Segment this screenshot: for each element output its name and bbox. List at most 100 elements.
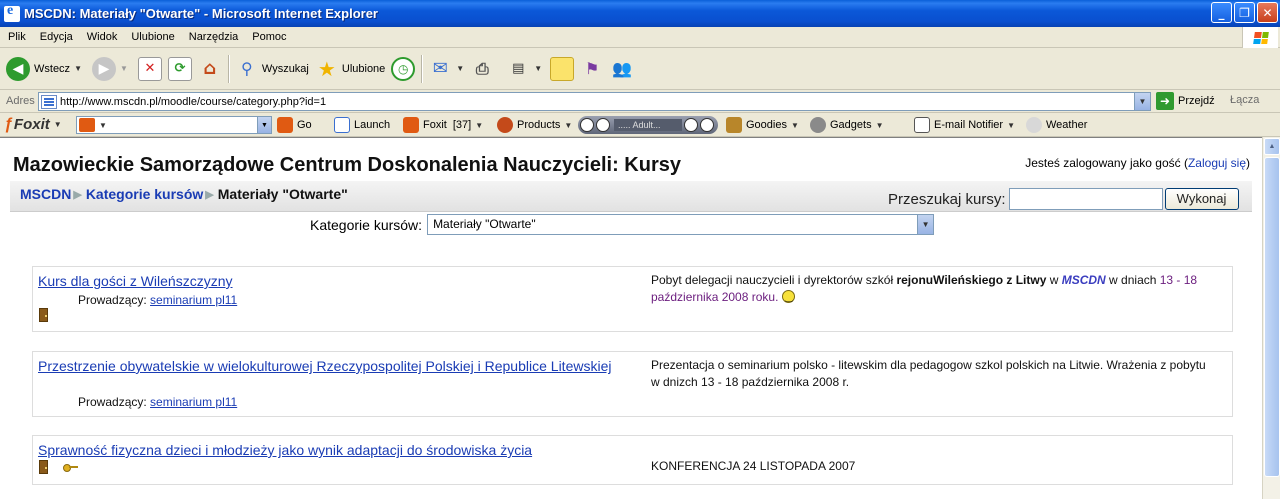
course-summary: KONFERENCJA 24 LISTOPADA 2007: [651, 459, 856, 473]
back-dropdown-icon[interactable]: ▼: [74, 64, 82, 73]
menu-favorites[interactable]: Ulubione: [123, 31, 180, 43]
email-dropdown-icon[interactable]: ▼: [1007, 121, 1015, 130]
search-submit-button[interactable]: Wykonaj: [1164, 188, 1239, 210]
products-button[interactable]: Products ▼: [497, 117, 576, 133]
next-icon[interactable]: [596, 118, 610, 132]
forward-dropdown-icon[interactable]: ▼: [120, 64, 128, 73]
links-label[interactable]: Łącza: [1230, 94, 1259, 106]
back-button[interactable]: ◀ Wstecz ▼: [6, 56, 86, 81]
gadgets-button[interactable]: Gadgets ▼: [810, 117, 888, 133]
foxit-fx-icon: ƒ: [4, 115, 13, 133]
category-selected: Materiały "Otwarte": [433, 217, 536, 231]
go-icon: [277, 117, 293, 133]
notes-icon[interactable]: [550, 56, 575, 81]
mail-dropdown-icon[interactable]: ▼: [456, 64, 464, 73]
messenger-icon[interactable]: 👥: [610, 57, 634, 81]
history-icon[interactable]: ◷: [391, 56, 416, 81]
menu-file[interactable]: Plik: [0, 31, 32, 43]
search-engine-dropdown-icon[interactable]: ▼: [99, 121, 107, 130]
foxit-go-button[interactable]: Go: [277, 117, 312, 133]
prev-icon[interactable]: [580, 118, 594, 132]
foxit-count-dropdown-icon[interactable]: ▼: [475, 121, 483, 130]
foxit-logo[interactable]: ƒ Foxit ▼: [4, 116, 66, 134]
breadcrumb-home[interactable]: MSCDN: [20, 186, 71, 202]
smiley-icon: [782, 289, 796, 306]
launch-button[interactable]: Launch: [334, 117, 390, 133]
media-player[interactable]: ..... Adult...: [578, 116, 718, 134]
favorites-button[interactable]: ★ Ulubione: [315, 57, 385, 81]
breadcrumb-separator-icon: ▶: [205, 188, 214, 201]
category-label: Kategorie kursów:: [310, 216, 423, 233]
mail-icon[interactable]: ✉: [428, 57, 452, 81]
menu-edit[interactable]: Edycja: [32, 31, 79, 43]
star-icon: ★: [317, 56, 336, 81]
menu-bar: Plik Edycja Widok Ulubione Narzędzia Pom…: [0, 27, 1280, 48]
course-box: Przestrzenie obywatelskie w wielokulturo…: [32, 351, 1233, 417]
course-link[interactable]: Przestrzenie obywatelskie w wielokulturo…: [38, 358, 628, 375]
close-button[interactable]: ✕: [1257, 2, 1278, 23]
course-box: Sprawność fizyczna dzieci i młodzieży ja…: [32, 435, 1233, 485]
address-input[interactable]: http://www.mscdn.pl/moodle/course/catego…: [38, 92, 1151, 111]
login-prefix: Jesteś zalogowany jako gość (: [1025, 156, 1188, 170]
email-notifier-button[interactable]: E-mail Notifier ▼: [914, 117, 1019, 133]
summary-text: w: [1046, 273, 1062, 287]
breadcrumb-categories[interactable]: Kategorie kursów: [86, 186, 203, 202]
edit-icon[interactable]: ▤: [506, 57, 530, 81]
email-notifier-label: E-mail Notifier: [934, 119, 1004, 131]
goodies-dropdown-icon[interactable]: ▼: [791, 121, 799, 130]
login-suffix: ): [1246, 156, 1250, 170]
foxit-small-icon: [403, 117, 419, 133]
play-icon[interactable]: [684, 118, 698, 132]
magnifier-icon: ⚲: [241, 59, 253, 78]
products-icon: [497, 117, 513, 133]
goodies-button[interactable]: Goodies ▼: [726, 117, 803, 133]
back-label: Wstecz: [34, 62, 71, 75]
foxit-search-dropdown-icon[interactable]: ▼: [257, 117, 271, 133]
scroll-up-icon[interactable]: ▲: [1264, 138, 1280, 155]
maximize-button[interactable]: ❐: [1234, 2, 1255, 23]
go-button[interactable]: ➜ Przejdź: [1156, 92, 1215, 110]
teacher-link[interactable]: seminarium pl11: [150, 395, 237, 409]
minimize-button[interactable]: _: [1211, 2, 1232, 23]
search-button[interactable]: ⚲ Wyszukaj: [235, 57, 309, 81]
standard-toolbar: ◀ Wstecz ▼ ▶ ▼ ✕ ⟳ ⌂ ⚲ Wyszukaj ★ Ulubio…: [0, 48, 1280, 90]
scroll-thumb[interactable]: [1264, 157, 1280, 477]
research-icon[interactable]: ⚑: [580, 57, 604, 81]
menu-help[interactable]: Pomoc: [244, 31, 292, 43]
foxit-count-button[interactable]: Foxit [37] ▼: [403, 117, 487, 133]
home-icon[interactable]: ⌂: [198, 57, 222, 81]
course-link[interactable]: Sprawność fizyczna dzieci i młodzieży ja…: [38, 442, 628, 459]
search-courses-input[interactable]: [1008, 188, 1163, 210]
forward-button[interactable]: ▶ ▼: [91, 56, 132, 81]
gadgets-gear-icon: [810, 117, 826, 133]
gadgets-dropdown-icon[interactable]: ▼: [876, 121, 884, 130]
summary-link[interactable]: MSCDN: [1062, 273, 1106, 287]
course-box: Kurs dla gości z Wileńszczyzny Prowadząc…: [32, 266, 1233, 332]
weather-button[interactable]: Weather: [1026, 117, 1087, 133]
menu-tools[interactable]: Narzędzia: [181, 31, 245, 43]
foxit-search-input[interactable]: ▼ ▼: [76, 116, 272, 134]
refresh-icon[interactable]: ⟳: [167, 56, 192, 81]
edit-dropdown-icon[interactable]: ▼: [534, 64, 542, 73]
login-link[interactable]: Zaloguj się: [1188, 156, 1246, 170]
address-dropdown-icon[interactable]: ▼: [1134, 93, 1150, 110]
course-link[interactable]: Kurs dla gości z Wileńszczyzny: [38, 273, 628, 290]
player-screen: ..... Adult...: [614, 119, 682, 131]
address-url[interactable]: http://www.mscdn.pl/moodle/course/catego…: [60, 96, 326, 108]
foxit-dropdown-icon[interactable]: ▼: [54, 120, 62, 129]
teacher-link[interactable]: seminarium pl11: [150, 293, 237, 307]
go-label: Przejdź: [1178, 95, 1215, 107]
course-summary: Pobyt delegacji nauczycieli i dyrektorów…: [651, 272, 1211, 306]
category-select[interactable]: Materiały "Otwarte" ▼: [427, 214, 935, 235]
favorites-label: Ulubione: [341, 62, 386, 75]
gadgets-label: Gadgets: [830, 119, 872, 131]
vertical-scrollbar[interactable]: ▲: [1262, 137, 1280, 499]
stop-icon[interactable]: ✕: [137, 56, 162, 81]
summary-text: w dniach: [1105, 273, 1160, 287]
print-icon[interactable]: ⎙: [470, 57, 494, 81]
category-dropdown-icon[interactable]: ▼: [917, 215, 934, 234]
products-dropdown-icon[interactable]: ▼: [564, 121, 572, 130]
volume-icon[interactable]: [700, 118, 714, 132]
navbar: MSCDN ▶ Kategorie kursów ▶ Materiały "Ot…: [10, 181, 1252, 212]
menu-view[interactable]: Widok: [79, 31, 124, 43]
